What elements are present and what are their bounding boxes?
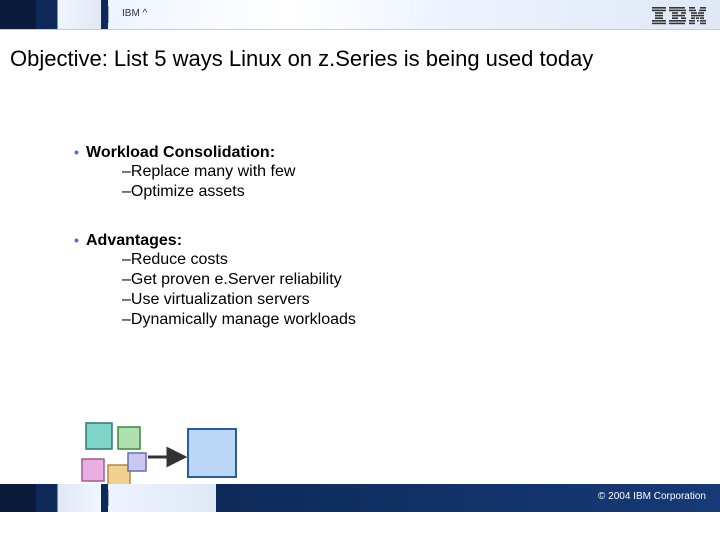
bullet-block-2: Advantages: Reduce costs Get proven e.Se… [74, 232, 356, 330]
bullet-heading: Advantages: [74, 232, 356, 250]
bullet-heading: Workload Consolidation: [74, 144, 295, 162]
sub-bullet: Dynamically manage workloads [74, 310, 356, 330]
sub-bullet: Use virtualization servers [74, 290, 356, 310]
copyright-text: © 2004 IBM Corporation [598, 491, 706, 502]
header-separator [108, 6, 109, 23]
sub-bullet: Optimize assets [74, 182, 295, 202]
brand-label: IBM ^ [122, 8, 147, 19]
slide-title: Objective: List 5 ways Linux on z.Series… [0, 30, 720, 72]
header-band: IBM ^ [0, 0, 720, 30]
footer-separator [108, 490, 109, 506]
bullet-block-1: Workload Consolidation: Replace many wit… [74, 144, 295, 202]
sub-bullet: Reduce costs [74, 250, 356, 270]
footer-band: © 2004 IBM Corporation [0, 484, 720, 512]
sub-bullet: Replace many with few [74, 162, 295, 182]
ibm-logo [652, 7, 706, 25]
sub-bullet: Get proven e.Server reliability [74, 270, 356, 290]
slide-body: Workload Consolidation: Replace many wit… [0, 72, 720, 512]
